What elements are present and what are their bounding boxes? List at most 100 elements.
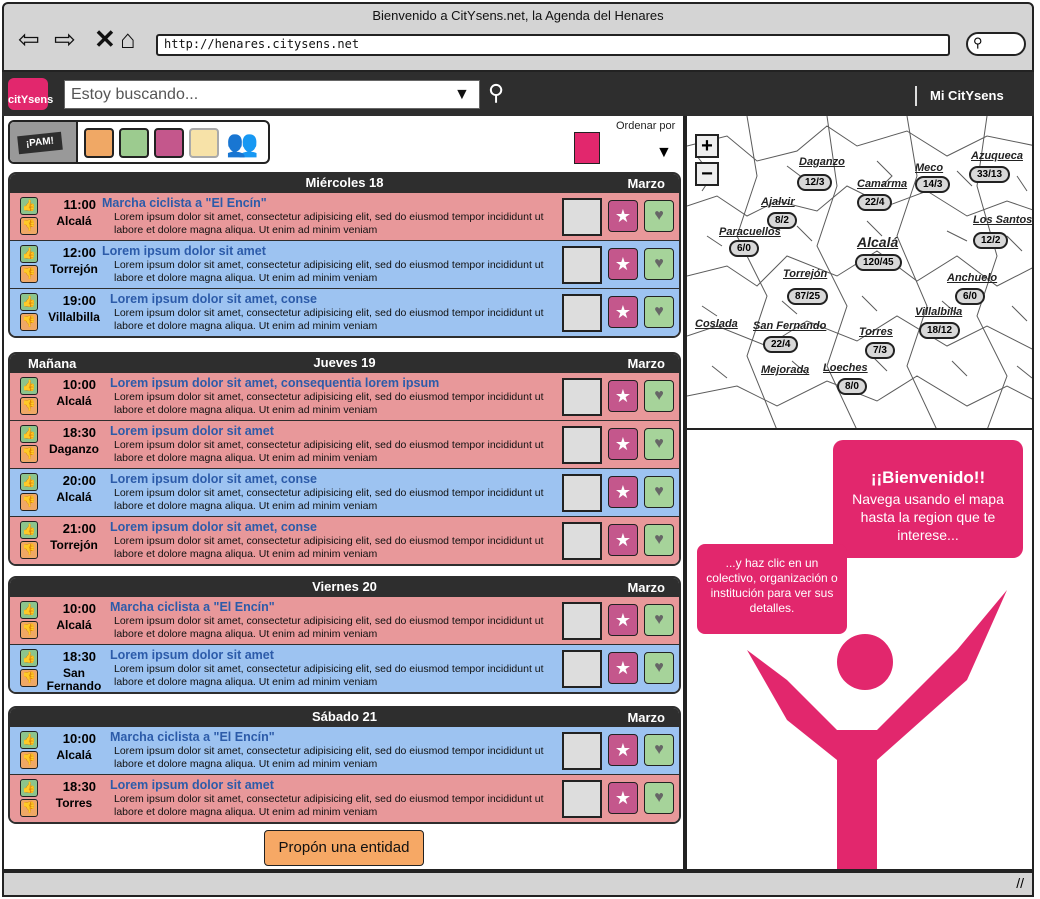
thumbs-up-icon[interactable]: 👍 [20, 245, 38, 263]
thumbs-up-icon[interactable]: 👍 [20, 425, 38, 443]
thumbs-up-icon[interactable]: 👍 [20, 197, 38, 215]
event-title[interactable]: Lorem ipsum dolor sit amet [110, 778, 274, 792]
event-row[interactable]: 👍 👎 18:30 Daganzo Lorem ipsum dolor sit amet… [10, 420, 679, 468]
town-label[interactable]: Meco [915, 162, 943, 174]
event-row[interactable]: 👍 👎 20:00 Alcalá Lorem ipsum dolor sit amet,… [10, 468, 679, 516]
organizer-logo[interactable] [562, 378, 602, 416]
organizer-logo[interactable] [562, 650, 602, 688]
town-label[interactable]: Paracuellos [719, 226, 781, 238]
town-count-badge[interactable]: 12/3 [797, 174, 833, 191]
event-row[interactable]: 👍 👎 12:00 Torrejón Lorem ipsum dolor sit ame… [10, 240, 679, 288]
star-icon[interactable]: ★ [608, 604, 638, 636]
star-icon[interactable]: ★ [608, 296, 638, 328]
chevron-down-icon[interactable]: ▼ [454, 86, 470, 104]
heart-icon[interactable]: ♥ [644, 428, 674, 460]
town-count-badge[interactable]: 87/25 [787, 288, 829, 305]
thumbs-up-icon[interactable]: 👍 [20, 521, 38, 539]
back-icon[interactable]: ⇦ [18, 26, 40, 52]
heart-icon[interactable]: ♥ [644, 296, 674, 328]
star-icon[interactable]: ★ [608, 248, 638, 280]
town-label[interactable]: Los Santos [973, 214, 1032, 226]
star-icon[interactable]: ★ [608, 428, 638, 460]
heart-icon[interactable]: ♥ [644, 476, 674, 508]
event-row[interactable]: 👍 👎 10:00 Alcalá Lorem ipsum dolor sit amet,… [10, 372, 679, 420]
town-label[interactable]: San Fernando [753, 320, 826, 332]
organizer-logo[interactable] [562, 246, 602, 284]
sort-person-icon[interactable] [574, 132, 600, 164]
zoom-in-button[interactable]: + [695, 134, 719, 158]
organizer-logo[interactable] [562, 426, 602, 464]
heart-icon[interactable]: ♥ [644, 524, 674, 556]
building-category-icon[interactable] [119, 128, 149, 158]
propose-entity-button[interactable]: Propón una entidad [264, 830, 424, 866]
thumbs-down-icon[interactable]: 👎 [20, 621, 38, 639]
search-icon[interactable]: ⚲ [488, 80, 504, 106]
event-title[interactable]: Marcha ciclista a "El Encín" [102, 196, 267, 210]
thumbs-down-icon[interactable]: 👎 [20, 669, 38, 687]
town-label[interactable]: Torres [859, 326, 893, 338]
star-icon[interactable]: ★ [608, 652, 638, 684]
logo[interactable]: citYsens [8, 78, 53, 110]
thumbs-up-icon[interactable]: 👍 [20, 601, 38, 619]
heart-icon[interactable]: ♥ [644, 604, 674, 636]
organizer-logo[interactable] [562, 474, 602, 512]
url-bar[interactable]: http://henares.citysens.net [156, 34, 950, 56]
event-row[interactable]: 👍 👎 18:30 San Fernando Lorem ipsum dolor sit… [10, 644, 679, 692]
town-label[interactable]: Torrejón [783, 268, 827, 280]
town-count-badge[interactable]: 18/12 [919, 322, 961, 339]
town-count-badge[interactable]: 14/3 [915, 176, 951, 193]
thumbs-down-icon[interactable]: 👎 [20, 493, 38, 511]
event-row[interactable]: 👍 👎 19:00 Villalbilla Lorem ipsum dolor sit … [10, 288, 679, 336]
star-icon[interactable]: ★ [608, 524, 638, 556]
heart-icon[interactable]: ♥ [644, 200, 674, 232]
thumbs-down-icon[interactable]: 👎 [20, 397, 38, 415]
town-label[interactable]: Villalbilla [915, 306, 962, 318]
thumbs-up-icon[interactable]: 👍 [20, 731, 38, 749]
star-icon[interactable]: ★ [608, 734, 638, 766]
thumbs-up-icon[interactable]: 👍 [20, 473, 38, 491]
thumbs-down-icon[interactable]: 👎 [20, 445, 38, 463]
browser-search[interactable]: ⚲ [966, 32, 1026, 56]
thumbs-down-icon[interactable]: 👎 [20, 799, 38, 817]
event-title[interactable]: Marcha ciclista a "El Encín" [110, 730, 275, 744]
culture-category-icon[interactable] [84, 128, 114, 158]
heart-icon[interactable]: ♥ [644, 652, 674, 684]
town-count-badge[interactable]: 22/4 [763, 336, 799, 353]
event-title[interactable]: Lorem ipsum dolor sit amet, conse [110, 472, 317, 486]
town-label[interactable]: Azuqueca [971, 150, 1023, 162]
event-title[interactable]: Lorem ipsum dolor sit amet, conse [110, 292, 317, 306]
event-title[interactable]: Marcha ciclista a "El Encín" [110, 600, 275, 614]
home-icon[interactable]: ⌂ [120, 26, 136, 52]
thumbs-up-icon[interactable]: 👍 [20, 377, 38, 395]
town-count-badge[interactable]: 7/3 [865, 342, 895, 359]
map[interactable]: + − Daganzo 12/3 Meco 14/3 Azuqueca 33/13 Ajal… [685, 116, 1034, 430]
thumbs-down-icon[interactable]: 👎 [20, 313, 38, 331]
organizer-logo[interactable] [562, 780, 602, 818]
event-title[interactable]: Lorem ipsum dolor sit amet [110, 424, 274, 438]
search-input[interactable]: Estoy buscando... [64, 80, 480, 109]
thumbs-up-icon[interactable]: 👍 [20, 649, 38, 667]
heart-icon[interactable]: ♥ [644, 782, 674, 814]
zoom-out-button[interactable]: − [695, 162, 719, 186]
town-label[interactable]: Ajalvir [761, 196, 795, 208]
thumbs-up-icon[interactable]: 👍 [20, 293, 38, 311]
event-title[interactable]: Lorem ipsum dolor sit amet, consequentia… [110, 376, 439, 390]
star-icon[interactable]: ★ [608, 476, 638, 508]
town-label[interactable]: Loeches [823, 362, 868, 374]
town-label[interactable]: Mejorada [761, 364, 809, 376]
tent-category-icon[interactable] [154, 128, 184, 158]
stop-icon[interactable]: ✕ [94, 26, 116, 52]
organizer-logo[interactable] [562, 732, 602, 770]
group-icon[interactable]: 👥 [226, 128, 258, 158]
event-title[interactable]: Lorem ipsum dolor sit amet [110, 648, 274, 662]
event-row[interactable]: 👍 👎 10:00 Alcalá Marcha ciclista a "El Encín… [10, 596, 679, 644]
event-row[interactable]: 👍 👎 10:00 Alcalá Marcha ciclista a "El Encín… [10, 726, 679, 774]
thumbs-down-icon[interactable]: 👎 [20, 751, 38, 769]
event-row[interactable]: 👍 👎 21:00 Torrejón Lorem ipsum dolor sit ame… [10, 516, 679, 564]
town-label[interactable]: Coslada [695, 318, 738, 330]
pam-filter[interactable]: ¡PAM! [10, 122, 78, 162]
town-label[interactable]: Alcalá [857, 234, 898, 250]
town-label[interactable]: Anchuelo [947, 272, 997, 284]
sort-dropdown-icon[interactable]: ▼ [656, 144, 672, 162]
event-title[interactable]: Lorem ipsum dolor sit amet [102, 244, 266, 258]
